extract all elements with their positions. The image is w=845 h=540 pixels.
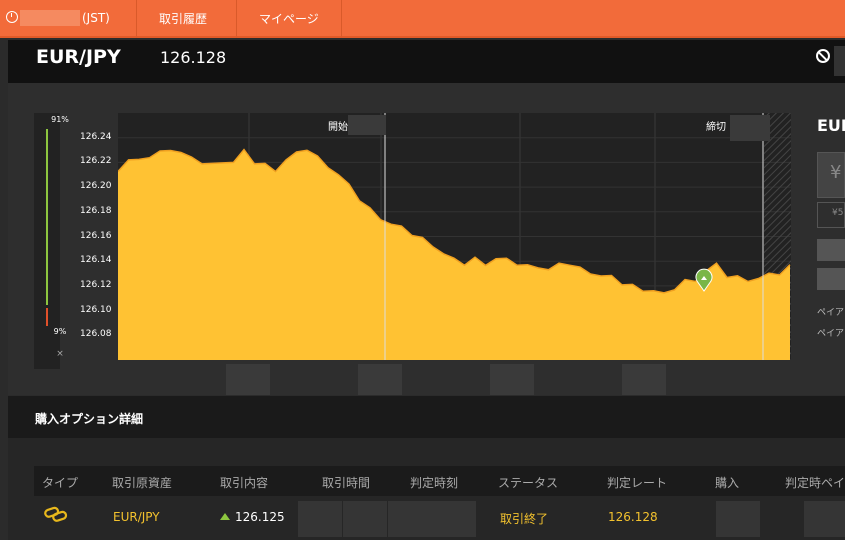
redacted-cell <box>432 501 476 537</box>
purchase-details-table: タイプ 取引原資産 取引内容 取引時間 判定時刻 ステータス 判定レート 購入 … <box>8 438 845 540</box>
col-trade-time: 取引時間 <box>322 476 371 490</box>
current-time-redacted <box>20 10 80 26</box>
period-tab[interactable] <box>226 364 270 395</box>
row-status: 取引終了 <box>500 512 549 526</box>
redacted-cell <box>298 501 342 537</box>
col-content: 取引内容 <box>220 476 269 490</box>
asset-name: EUR/JPY <box>36 46 121 68</box>
nav-trade-history[interactable]: 取引履歴 <box>136 0 229 38</box>
end-time-redacted <box>730 115 770 141</box>
y-axis-tick-label: 126.16 <box>80 230 112 241</box>
low-ratio-bar <box>46 308 48 326</box>
price-chart[interactable]: 開始 締切 <box>118 113 791 360</box>
payout-note: ペイア <box>817 308 845 318</box>
top-navigation-bar: (JST) 取引履歴 マイページ <box>0 0 845 38</box>
col-type: タイプ <box>42 476 79 490</box>
low-ratio-label: 9% <box>53 327 67 336</box>
amount-preset-label: ¥5 <box>832 208 844 218</box>
y-axis-tick-label: 126.20 <box>80 181 112 192</box>
asset-header: EUR/JPY 126.128 <box>8 40 845 83</box>
nav-my-page[interactable]: マイページ <box>236 0 342 38</box>
redacted-cell <box>388 501 432 537</box>
y-axis-tick-label: 126.12 <box>80 279 112 290</box>
option-type-icon <box>44 506 68 522</box>
col-asset: 取引原資産 <box>112 476 173 490</box>
row-content: 126.125 <box>220 510 285 524</box>
y-axis-tick-label: 126.22 <box>80 156 112 167</box>
high-ratio-label: 91% <box>51 115 69 124</box>
redacted-cell <box>804 501 845 537</box>
buy-ratio-gauge: 91% 9% × <box>34 113 69 369</box>
row-content-rate: 126.125 <box>235 510 285 524</box>
purchase-details-title: 購入オプション詳細 <box>35 412 144 426</box>
y-axis-tick-label: 126.24 <box>80 131 112 142</box>
close-icon[interactable]: × <box>47 349 73 359</box>
yen-symbol: ¥ <box>830 162 842 183</box>
y-axis-tick-label: 126.14 <box>80 255 112 266</box>
period-tab[interactable] <box>490 364 534 395</box>
y-axis-tick-label: 126.18 <box>80 205 112 216</box>
start-label: 開始 <box>328 122 348 133</box>
payout-note: ペイア <box>817 329 845 339</box>
row-asset: EUR/JPY <box>113 510 160 524</box>
block-icon[interactable] <box>816 49 830 63</box>
high-ratio-bar <box>46 129 48 305</box>
y-axis-tick-label: 126.10 <box>80 304 112 315</box>
col-judge-time: 判定時刻 <box>410 476 459 490</box>
high-arrow-icon <box>220 513 230 520</box>
purchase-details-header: 購入オプション詳細 <box>8 396 845 438</box>
col-purchase: 購入 <box>715 476 740 490</box>
table-header: タイプ 取引原資産 取引内容 取引時間 判定時刻 ステータス 判定レート 購入 … <box>34 466 845 496</box>
clock-icon <box>6 11 18 23</box>
trade-panel-title: EUR <box>817 116 845 135</box>
row-judge-rate: 126.128 <box>608 510 658 524</box>
col-judge-rate: 判定レート <box>607 476 668 490</box>
deadline-label: 締切 <box>706 122 726 133</box>
period-tab[interactable] <box>622 364 666 395</box>
header-control[interactable] <box>834 46 845 76</box>
y-axis-tick-label: 126.08 <box>80 329 112 340</box>
redacted-cell <box>716 501 760 537</box>
period-tab[interactable] <box>358 364 402 395</box>
price-area <box>118 149 790 360</box>
price-chart-svg <box>118 113 791 360</box>
col-payout: 判定時ペイ <box>785 476 845 490</box>
start-time-redacted <box>348 115 386 135</box>
col-status: ステータス <box>498 476 559 490</box>
redacted-cell <box>343 501 387 537</box>
timezone-label: (JST) <box>82 11 110 25</box>
high-button[interactable] <box>817 239 845 261</box>
low-button[interactable] <box>817 268 845 290</box>
current-rate: 126.128 <box>160 48 227 67</box>
